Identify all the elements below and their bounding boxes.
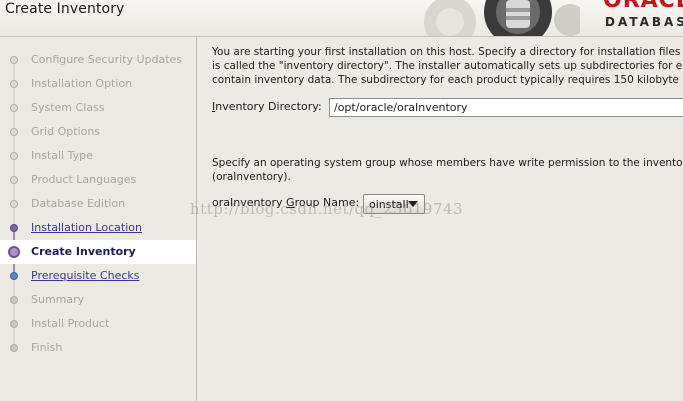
step-label: Product Languages (31, 173, 137, 186)
step-done-icon (10, 80, 18, 88)
step-label: Create Inventory (31, 245, 136, 258)
window-header: Create Inventory ORACLE DATABASE (0, 0, 683, 37)
step-pending-icon (10, 296, 18, 304)
step-done-icon (10, 200, 18, 208)
step-summary: Summary (0, 288, 196, 312)
watermark-text: http://blog.csdn.net/qq_25619743 (190, 200, 464, 218)
step-done-icon (10, 128, 18, 136)
step-label: Install Type (31, 149, 93, 162)
oracle-logo-text: ORACLE (603, 0, 683, 13)
step-done-icon (10, 104, 18, 112)
intro-text-line-3: contain inventory data. The subdirectory… (212, 74, 679, 86)
step-label: Configure Security Updates (31, 53, 183, 66)
step-visited-icon (10, 224, 18, 232)
steps-sidebar: Configure Security Updates Installation … (0, 37, 197, 401)
gears-graphic-icon (424, 0, 580, 36)
step-label: Installation Option (31, 77, 133, 90)
step-product-languages: Product Languages (0, 168, 196, 192)
step-pending-icon (10, 344, 18, 352)
step-label: Grid Options (31, 125, 101, 138)
step-prerequisite-checks[interactable]: Prerequisite Checks (0, 264, 196, 288)
step-label: Summary (31, 293, 85, 306)
step-database-edition: Database Edition (0, 192, 196, 216)
step-installation-option: Installation Option (0, 72, 196, 96)
step-configure-security-updates: Configure Security Updates (0, 48, 196, 72)
step-system-class: System Class (0, 96, 196, 120)
page-title: Create Inventory (5, 1, 125, 17)
step-install-type: Install Type (0, 144, 196, 168)
step-install-product: Install Product (0, 312, 196, 336)
step-label: Database Edition (31, 197, 126, 210)
step-link-label[interactable]: Prerequisite Checks (31, 269, 139, 282)
intro-text-line-1: You are starting your first installation… (212, 46, 681, 58)
step-done-icon (10, 176, 18, 184)
main-panel: You are starting your first installation… (197, 37, 683, 401)
step-grid-options: Grid Options (0, 120, 196, 144)
inventory-directory-input[interactable]: /opt/oracle/oraInventory (329, 98, 683, 117)
step-next-icon (10, 272, 18, 280)
step-label: Finish (31, 341, 63, 354)
step-label: Install Product (31, 317, 110, 330)
step-finish: Finish (0, 336, 196, 360)
step-label: System Class (31, 101, 105, 114)
step-current-icon (8, 246, 20, 258)
step-done-icon (10, 152, 18, 160)
step-installation-location[interactable]: Installation Location (0, 216, 196, 240)
database-logo-text: DATABASE (605, 15, 683, 29)
intro-text-line-2: is called the "inventory directory". The… (212, 60, 683, 72)
step-pending-icon (10, 320, 18, 328)
step-link-label[interactable]: Installation Location (31, 221, 142, 234)
group-text-line-1: Specify an operating system group whose … (212, 157, 683, 169)
inventory-directory-label: Inventory Directory: (212, 100, 322, 113)
step-done-icon (10, 56, 18, 64)
group-text-line-2: (oraInventory). (212, 171, 291, 183)
step-create-inventory: Create Inventory (0, 240, 196, 264)
